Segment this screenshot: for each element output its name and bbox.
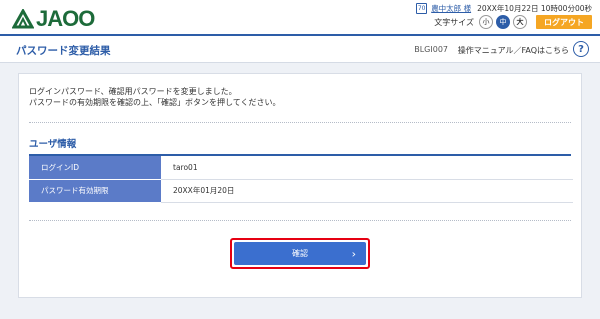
message-line-2: パスワードの有効期限を確認の上、「確認」ボタンを押してください。 <box>29 98 281 107</box>
confirm-button[interactable]: 確認 › <box>234 242 366 265</box>
password-expiry-value: 20XX年01月20日 <box>161 179 573 203</box>
font-size-controls: 文字サイズ 小 中 大 ログアウト <box>434 14 592 30</box>
user-badge-icon: 70 <box>416 2 428 14</box>
font-size-medium-button[interactable]: 中 <box>496 15 510 29</box>
result-card: ログインパスワード、確認用パスワードを変更しました。 パスワードの有効期限を確認… <box>18 73 582 298</box>
table-row: パスワード有効期限 20XX年01月20日 <box>29 179 573 203</box>
font-size-small-button[interactable]: 小 <box>479 15 493 29</box>
login-id-value: taro01 <box>161 156 573 180</box>
ja-logo-mark-icon <box>12 9 34 29</box>
page-title: パスワード変更結果 <box>16 45 111 57</box>
user-info: 70 農中太郎 様 20XX年10月22日 10時00分00秒 <box>416 2 592 14</box>
divider <box>29 220 571 221</box>
result-message: ログインパスワード、確認用パスワードを変更しました。 パスワードの有効期限を確認… <box>29 86 281 108</box>
logo-text: JAOO <box>36 6 95 31</box>
font-size-large-button[interactable]: 大 <box>513 15 527 29</box>
login-datetime: 20XX年10月22日 10時00分00秒 <box>477 3 592 13</box>
title-bar: パスワード変更結果 BLGI007 操作マニュアル／FAQはこちら ? <box>0 34 600 63</box>
screen-id: BLGI007 <box>414 45 448 54</box>
logout-button[interactable]: ログアウト <box>536 15 592 29</box>
help-manual-link[interactable]: 操作マニュアル／FAQはこちら <box>458 45 569 56</box>
message-line-1: ログインパスワード、確認用パスワードを変更しました。 <box>29 87 237 96</box>
app-header: JAOO 70 農中太郎 様 20XX年10月22日 10時00分00秒 文字サ… <box>0 0 600 34</box>
table-row: ログインID taro01 <box>29 156 573 180</box>
confirm-button-highlight: 確認 › <box>230 238 370 269</box>
password-expiry-label: パスワード有効期限 <box>29 179 161 203</box>
user-info-table: ログインID taro01 パスワード有効期限 20XX年01月20日 <box>29 156 573 203</box>
chevron-right-icon: › <box>351 247 356 260</box>
confirm-button-label: 確認 <box>292 249 308 258</box>
section-title-user-info: ユーザ情報 <box>29 139 77 150</box>
divider <box>29 122 571 123</box>
ja-logo[interactable]: JAOO <box>12 6 95 31</box>
help-question-icon[interactable]: ? <box>573 41 589 57</box>
font-size-label: 文字サイズ <box>434 17 474 27</box>
user-name-link[interactable]: 農中太郎 様 <box>431 3 471 14</box>
login-id-label: ログインID <box>29 156 161 180</box>
